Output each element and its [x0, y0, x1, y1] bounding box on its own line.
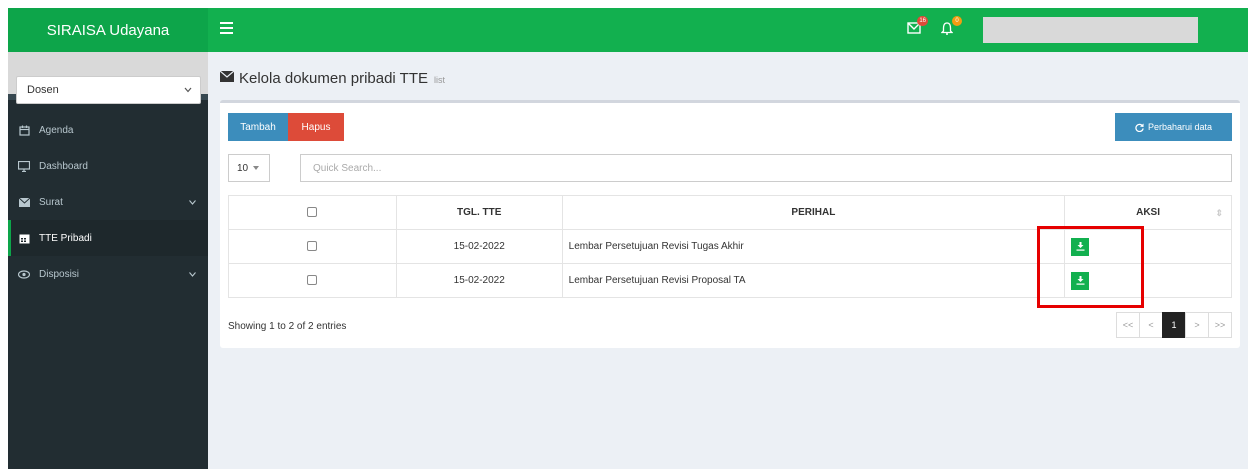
delete-button[interactable]: Hapus	[288, 113, 344, 141]
chevron-down-icon	[184, 87, 192, 93]
notification-badge: 0	[952, 16, 962, 26]
date-cell: 15-02-2022	[395, 263, 563, 298]
page-next-button[interactable]: >	[1185, 312, 1209, 338]
sidebar-item-dashboard[interactable]: Dashboard	[8, 148, 208, 184]
envelope-icon	[219, 70, 235, 85]
bell-icon[interactable]: 0	[940, 16, 962, 36]
row-checkbox[interactable]	[307, 241, 318, 252]
calendar-icon	[18, 124, 30, 136]
sidebar-item-disposisi[interactable]: Disposisi	[8, 256, 208, 292]
sidebar-item-label: Dashboard	[39, 160, 88, 172]
envelope-icon[interactable]: 16	[907, 16, 928, 36]
caret-down-icon	[253, 166, 260, 170]
sidebar-item-tte-pribadi[interactable]: TTE Pribadi	[8, 220, 208, 256]
page-subtitle: list	[434, 74, 445, 85]
column-header-action-label: AKSI	[1136, 207, 1161, 218]
page-title: Kelola dokumen pribadi TTE	[239, 69, 428, 87]
refresh-button-label: Perbaharui data	[1147, 122, 1213, 132]
top-bar: SIRAISA Udayana 16 0	[8, 8, 1248, 52]
column-header-date[interactable]: TGL. TTE	[395, 195, 563, 230]
sidebar-menu: Agenda Dashboard Surat TTE Pribadi Dispo…	[8, 112, 208, 292]
sidebar-item-label: Agenda	[39, 124, 74, 136]
page-number-button[interactable]: 1	[1162, 312, 1186, 338]
table-header-row: TGL. TTE PERIHAL AKSI ⇕	[228, 195, 1232, 230]
envelope-icon	[18, 196, 30, 208]
page-last-button[interactable]: >>	[1208, 312, 1232, 338]
chevron-down-icon	[189, 197, 196, 208]
page-first-button[interactable]: <<	[1116, 312, 1140, 338]
sidebar-item-label: Surat	[39, 196, 63, 208]
calendar-icon	[18, 232, 30, 244]
subject-cell: Lembar Persetujuan Revisi Proposal TA	[561, 263, 1066, 298]
page-length-select[interactable]: 10	[228, 154, 270, 182]
user-menu[interactable]	[983, 17, 1198, 43]
column-header-action[interactable]: AKSI ⇕	[1064, 195, 1232, 230]
role-select-value: Dosen	[27, 84, 59, 96]
column-header-subject[interactable]: PERIHAL	[561, 195, 1066, 230]
documents-panel: Tambah Hapus Perbaharui data 10 TGL. TTE…	[220, 100, 1240, 348]
page-length-value: 10	[237, 162, 249, 174]
sidebar-item-label: TTE Pribadi	[39, 232, 92, 244]
row-checkbox[interactable]	[307, 275, 318, 286]
select-all-checkbox[interactable]	[307, 207, 318, 218]
row-select-cell	[228, 229, 397, 264]
sidebar-item-label: Disposisi	[39, 268, 80, 280]
brand-logo[interactable]: SIRAISA Udayana	[8, 8, 208, 52]
monitor-icon	[18, 160, 30, 172]
pagination: << < 1 > >>	[1116, 312, 1232, 338]
sidebar-item-surat[interactable]: Surat	[8, 184, 208, 220]
app-window: SIRAISA Udayana 16 0 Dosen Agenda Dashbo…	[8, 8, 1248, 469]
sort-icon: ⇕	[1215, 208, 1223, 218]
hamburger-icon[interactable]	[220, 22, 233, 34]
mail-badge: 16	[917, 16, 928, 26]
date-cell: 15-02-2022	[395, 229, 563, 264]
table-info: Showing 1 to 2 of 2 entries	[228, 321, 347, 332]
navbar: 16 0	[208, 8, 1248, 52]
eye-icon	[18, 268, 30, 280]
select-all-header	[228, 195, 397, 230]
row-select-cell	[228, 263, 397, 298]
subject-cell: Lembar Persetujuan Revisi Tugas Akhir	[561, 229, 1066, 264]
chevron-down-icon	[189, 269, 196, 280]
page-prev-button[interactable]: <	[1139, 312, 1163, 338]
highlight-annotation	[1037, 226, 1144, 308]
refresh-button[interactable]: Perbaharui data	[1115, 113, 1232, 141]
sidebar-item-agenda[interactable]: Agenda	[8, 112, 208, 148]
add-button[interactable]: Tambah	[228, 113, 288, 141]
role-select[interactable]: Dosen	[16, 76, 201, 104]
refresh-icon	[1135, 122, 1144, 132]
search-input[interactable]	[300, 154, 1232, 182]
content-header: Kelola dokumen pribadi TTE list	[219, 68, 445, 88]
